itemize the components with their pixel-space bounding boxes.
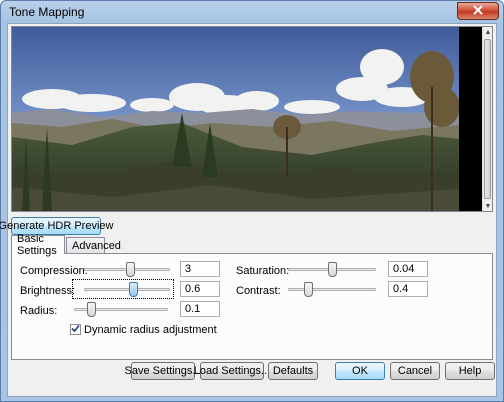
slider-track [84, 288, 170, 291]
checkmark-icon [71, 324, 80, 336]
slider-thumb[interactable] [328, 262, 337, 277]
dialog-client-area: ▲ ▼ Generate HDR Preview Basic Settings … [0, 23, 497, 397]
slider-thumb[interactable] [129, 282, 138, 297]
load-settings-button[interactable]: Load Settings... [194, 362, 270, 380]
saturation-slider[interactable] [288, 260, 376, 278]
close-button[interactable] [457, 2, 499, 20]
radius-label: Radius: [20, 305, 58, 317]
contrast-label: Contrast: [236, 285, 281, 297]
slider-thumb[interactable] [304, 282, 313, 297]
tab-label: Advanced [72, 240, 121, 252]
cancel-button[interactable]: Cancel [390, 362, 440, 380]
hdr-preview-image [12, 27, 459, 211]
basic-settings-panel: Compression: 3 Brightness: 0.6 Radius: 0… [11, 253, 493, 360]
close-icon [473, 4, 483, 18]
scroll-up-icon[interactable]: ▲ [483, 27, 493, 37]
compression-label: Compression: [20, 265, 88, 277]
help-button[interactable]: Help [445, 362, 495, 380]
saturation-label: Saturation: [236, 265, 290, 277]
contrast-slider[interactable] [288, 280, 376, 298]
defaults-button[interactable]: Defaults [268, 362, 318, 380]
scroll-down-icon[interactable]: ▼ [483, 201, 493, 211]
scrollbar-thumb[interactable] [484, 39, 491, 199]
preview-vertical-scrollbar[interactable]: ▲ ▼ [482, 27, 492, 211]
radius-field[interactable]: 0.1 [180, 301, 220, 317]
tone-mapping-window: Tone Mapping ▲ ▼ Generate HDR Preview Ba… [0, 0, 504, 402]
compression-slider[interactable] [84, 260, 170, 278]
dynamic-radius-checkbox[interactable] [70, 324, 81, 335]
brightness-field[interactable]: 0.6 [180, 281, 220, 297]
tab-advanced[interactable]: Advanced [66, 237, 121, 254]
slider-thumb[interactable] [87, 302, 96, 317]
hdr-preview-pane: ▲ ▼ [11, 26, 493, 212]
compression-field[interactable]: 3 [180, 261, 220, 277]
title-bar[interactable]: Tone Mapping [1, 1, 503, 23]
saturation-field[interactable]: 0.04 [388, 261, 428, 277]
tab-basic-settings[interactable]: Basic Settings [11, 233, 65, 257]
slider-track [288, 288, 376, 291]
save-settings-button[interactable]: Save Settings... [124, 362, 202, 380]
brightness-slider[interactable] [84, 280, 170, 298]
dynamic-radius-label: Dynamic radius adjustment [84, 324, 217, 336]
radius-slider[interactable] [74, 300, 168, 318]
window-title: Tone Mapping [9, 5, 85, 19]
contrast-field[interactable]: 0.4 [388, 281, 428, 297]
slider-thumb[interactable] [126, 262, 135, 277]
ok-button[interactable]: OK [335, 362, 385, 380]
tab-label: Basic Settings [17, 233, 57, 257]
brightness-label: Brightness: [20, 285, 76, 297]
